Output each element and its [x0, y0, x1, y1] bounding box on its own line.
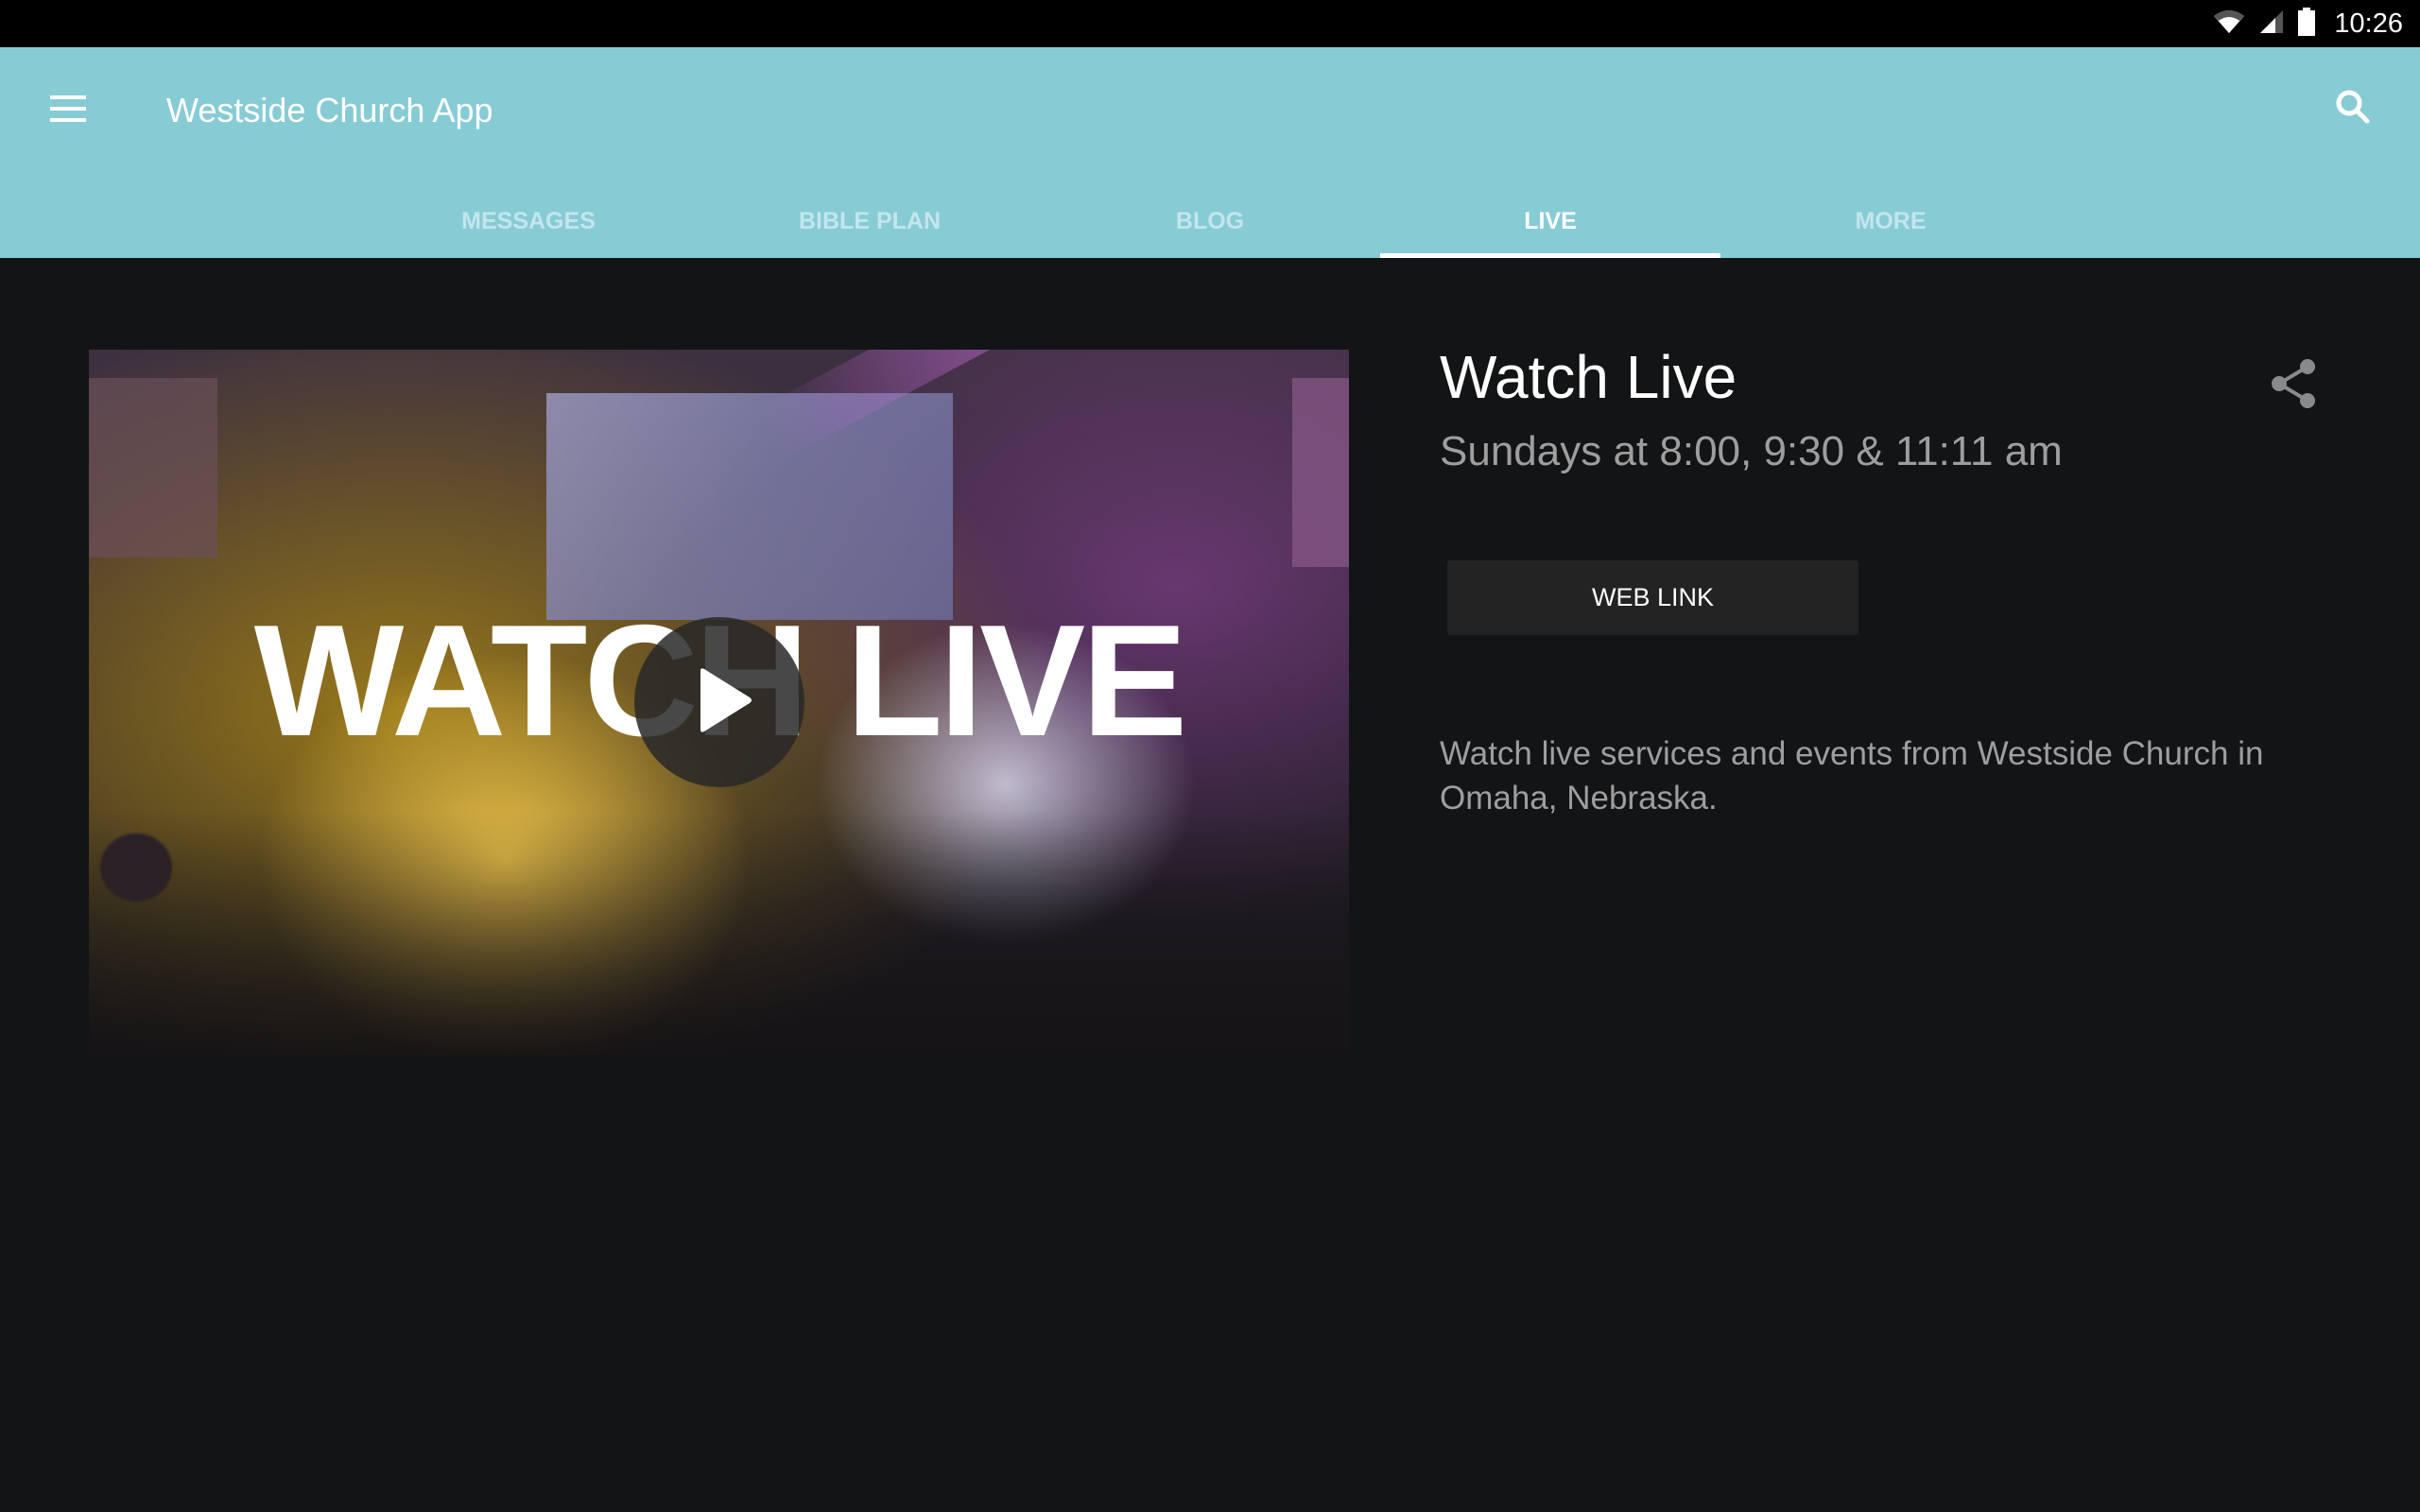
audience — [89, 811, 1349, 1057]
live-description: Watch live services and events from West… — [1440, 735, 2264, 816]
share-button[interactable] — [2265, 357, 2322, 414]
tab-label: LIVE — [1524, 207, 1577, 234]
tab-label: BIBLE PLAN — [799, 207, 941, 234]
app-bar: Westside Church App MESSAGES BIBLE PLAN … — [0, 47, 2420, 258]
live-title: Watch Live — [1440, 343, 1737, 411]
wifi-icon — [2213, 9, 2245, 40]
status-bar: 10:26 — [0, 0, 2420, 47]
tab-indicator — [1380, 253, 1720, 258]
tab-bible-plan[interactable]: BIBLE PLAN — [700, 184, 1040, 258]
play-icon — [685, 667, 753, 738]
web-link-button[interactable]: WEB LINK — [1447, 560, 1858, 635]
service-times: Sundays at 8:00, 9:30 & 11:11 am — [1440, 428, 2063, 474]
tab-bar: MESSAGES BIBLE PLAN BLOG LIVE MORE — [0, 184, 2420, 258]
share-icon — [2270, 358, 2317, 414]
app-title: Westside Church App — [166, 91, 493, 129]
cell-signal-icon — [2258, 9, 2285, 40]
play-button[interactable] — [634, 617, 804, 787]
stage-screen — [546, 393, 953, 620]
tab-blog[interactable]: BLOG — [1040, 184, 1380, 258]
search-button[interactable] — [2329, 85, 2377, 132]
tab-messages[interactable]: MESSAGES — [358, 184, 699, 258]
stage-side-screen-right — [1292, 378, 1349, 567]
tab-label: MESSAGES — [461, 207, 596, 234]
status-icons: 10:26 — [2213, 0, 2403, 47]
battery-icon — [2298, 7, 2316, 41]
hamburger-menu-icon — [50, 94, 86, 127]
search-icon — [2334, 88, 2372, 130]
tab-label: BLOG — [1175, 207, 1245, 234]
menu-button[interactable] — [43, 89, 93, 132]
status-time: 10:26 — [2334, 8, 2403, 39]
tab-label: MORE — [1855, 207, 1927, 234]
stage-side-screen-left — [89, 378, 217, 558]
tab-live[interactable]: LIVE — [1380, 184, 1720, 258]
live-video-thumbnail[interactable]: WATCH LIVE — [89, 350, 1349, 1057]
tab-more[interactable]: MORE — [1720, 184, 2061, 258]
